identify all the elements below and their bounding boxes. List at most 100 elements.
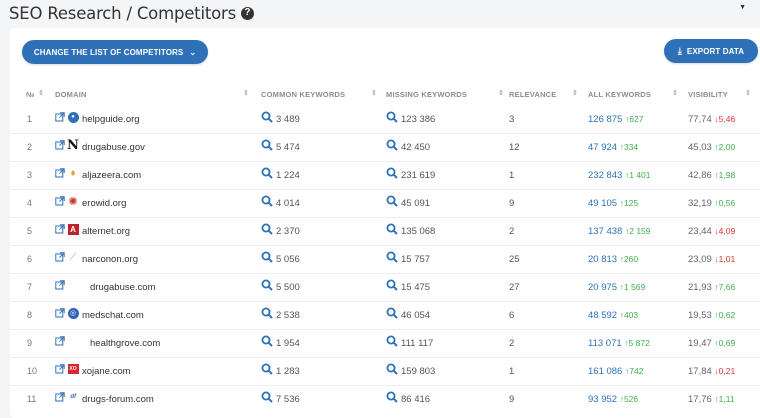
search-icon[interactable] [261, 363, 273, 378]
common-keywords-value[interactable]: 1 224 [276, 170, 300, 181]
col-all-keywords[interactable]: ALL KEYWORDS [588, 90, 651, 99]
external-link-icon[interactable] [55, 364, 65, 377]
sort-icon[interactable]: ⇕ [672, 89, 678, 97]
all-keywords-value: 137 438 [588, 226, 623, 237]
missing-keywords-value[interactable]: 159 803 [401, 366, 435, 377]
all-keywords-value: 48 592 [588, 310, 618, 321]
external-link-icon[interactable] [55, 252, 65, 265]
search-icon[interactable] [261, 167, 273, 182]
common-keywords-value[interactable]: 3 489 [276, 114, 300, 125]
sort-icon[interactable]: ⇕ [371, 89, 377, 97]
common-keywords-value[interactable]: 5 474 [276, 142, 300, 153]
domain-link[interactable]: drugabuse.com [90, 282, 155, 293]
domain-link[interactable]: drugabuse.gov [82, 142, 145, 153]
row-number: 9 [27, 338, 33, 348]
sort-icon[interactable]: ⇕ [498, 89, 504, 97]
common-keywords-value[interactable]: 5 500 [276, 282, 300, 293]
missing-keywords-value[interactable]: 123 386 [401, 114, 435, 125]
visibility-change: 0,69 [718, 338, 736, 348]
visibility-value: 17,84 [688, 366, 712, 377]
relevance-value: 1 [509, 366, 515, 377]
download-icon: ⤓ [677, 45, 682, 56]
search-icon[interactable] [386, 167, 398, 182]
sort-icon[interactable]: ⇕ [572, 89, 578, 97]
search-icon[interactable] [386, 335, 398, 350]
missing-keywords-value[interactable]: 111 117 [401, 338, 433, 349]
sort-icon[interactable]: ⇕ [243, 89, 249, 97]
domain-link[interactable]: aljazeera.com [82, 170, 141, 181]
external-link-icon[interactable] [55, 196, 65, 209]
domain-link[interactable]: helpguide.org [82, 114, 140, 125]
table-row: 11 ᵈᶠ drugs-forum.com 7 536 86 416 9 93 952 ↑5… [10, 385, 760, 413]
circle-favicon-icon: ◎ [67, 307, 79, 319]
external-link-icon[interactable] [55, 308, 65, 321]
export-data-label: EXPORT DATA [686, 46, 745, 56]
search-icon[interactable] [386, 195, 398, 210]
search-icon[interactable] [261, 391, 273, 406]
domain-link[interactable]: narconon.org [82, 254, 138, 265]
visibility-change: 4,09 [718, 226, 736, 236]
search-icon[interactable] [261, 307, 273, 322]
missing-keywords-value[interactable]: 42 450 [401, 142, 430, 153]
common-keywords-value[interactable]: 5 056 [276, 254, 300, 265]
all-keywords-change: 260 [623, 254, 639, 264]
domain-link[interactable]: alternet.org [82, 226, 130, 237]
search-icon[interactable] [261, 223, 273, 238]
external-link-icon[interactable] [55, 112, 65, 125]
domain-link[interactable]: erowid.org [82, 198, 126, 209]
search-icon[interactable] [261, 335, 273, 350]
common-keywords-value[interactable]: 2 538 [276, 310, 300, 321]
relevance-value: 1 [509, 170, 515, 181]
domain-link[interactable]: healthgrove.com [90, 338, 160, 349]
visibility-change: 5,46 [718, 114, 736, 124]
missing-keywords-value[interactable]: 45 091 [401, 198, 430, 209]
sort-icon[interactable]: ⇕ [38, 89, 44, 97]
col-missing-keywords[interactable]: MISSING KEYWORDS [386, 90, 467, 99]
search-icon[interactable] [386, 139, 398, 154]
col-number[interactable]: № [26, 90, 35, 99]
domain-link[interactable]: xojane.com [82, 366, 131, 377]
search-icon[interactable] [261, 139, 273, 154]
col-common-keywords[interactable]: COMMON KEYWORDS [261, 90, 345, 99]
missing-keywords-value[interactable]: 15 757 [401, 254, 430, 265]
search-icon[interactable] [261, 279, 273, 294]
external-link-icon[interactable] [55, 392, 65, 405]
common-keywords-value[interactable]: 4 014 [276, 198, 300, 209]
domain-link[interactable]: medschat.com [82, 310, 144, 321]
external-link-icon[interactable] [55, 280, 65, 293]
common-keywords-value[interactable]: 2 370 [276, 226, 300, 237]
help-icon[interactable]: ? [240, 6, 254, 20]
missing-keywords-value[interactable]: 46 054 [401, 310, 430, 321]
all-keywords-change: 334 [623, 142, 639, 152]
search-icon[interactable] [386, 279, 398, 294]
export-data-button[interactable]: ⤓ EXPORT DATA [664, 39, 758, 63]
search-icon[interactable] [261, 111, 273, 126]
search-icon[interactable] [386, 223, 398, 238]
search-icon[interactable] [386, 111, 398, 126]
col-relevance[interactable]: RELEVANCE [509, 90, 557, 99]
common-keywords-value[interactable]: 7 536 [276, 394, 300, 405]
search-icon[interactable] [261, 251, 273, 266]
missing-keywords-value[interactable]: 231 619 [401, 170, 435, 181]
domain-link[interactable]: drugs-forum.com [82, 394, 154, 405]
XO-favicon-icon: XO [67, 364, 79, 374]
missing-keywords-value[interactable]: 15 475 [401, 282, 430, 293]
search-icon[interactable] [386, 391, 398, 406]
col-domain[interactable]: DOMAIN [55, 90, 87, 99]
common-keywords-value[interactable]: 1 283 [276, 366, 300, 377]
external-link-icon[interactable] [55, 336, 65, 349]
external-link-icon[interactable] [55, 140, 65, 153]
external-link-icon[interactable] [55, 168, 65, 181]
caret-down-icon[interactable]: ▼ [739, 4, 746, 11]
missing-keywords-value[interactable]: 86 416 [401, 394, 430, 405]
external-link-icon[interactable] [55, 224, 65, 237]
search-icon[interactable] [386, 307, 398, 322]
missing-keywords-value[interactable]: 135 068 [401, 226, 435, 237]
search-icon[interactable] [386, 251, 398, 266]
sort-icon[interactable]: ⇕ [745, 89, 751, 97]
change-competitors-button[interactable]: CHANGE THE LIST OF COMPETITORS ⌄ [22, 40, 208, 64]
search-icon[interactable] [386, 363, 398, 378]
col-visibility[interactable]: VISIBILITY [688, 90, 728, 99]
common-keywords-value[interactable]: 1 954 [276, 338, 300, 349]
search-icon[interactable] [261, 195, 273, 210]
